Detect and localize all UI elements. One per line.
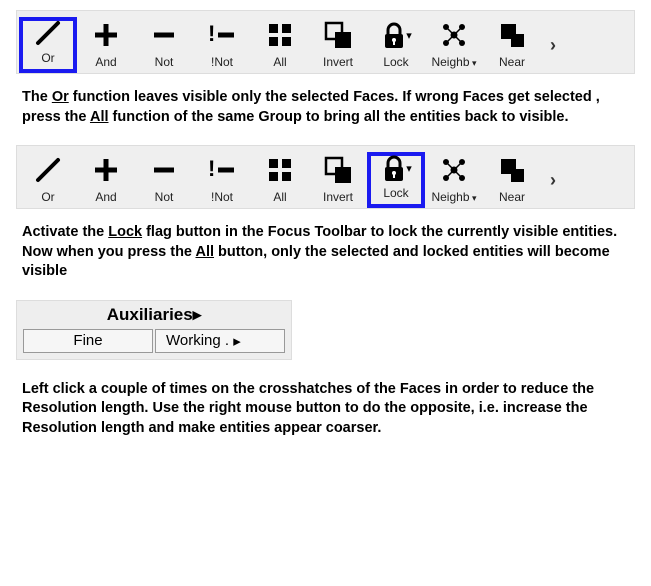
- not-button[interactable]: Not: [135, 152, 193, 208]
- lock-button[interactable]: ▾ Lock: [367, 152, 425, 208]
- overflow-button[interactable]: ›: [541, 17, 565, 73]
- and-button[interactable]: And: [77, 152, 135, 208]
- text-all: All: [90, 109, 109, 125]
- text: The: [22, 89, 52, 105]
- toolbar-item-label: Invert: [323, 55, 353, 69]
- toolbar-item-label: Not: [155, 55, 174, 69]
- neighb-button[interactable]: Neighb ▾: [425, 152, 483, 208]
- toolbar-item-label: Neighb ▾: [431, 55, 476, 69]
- toolbar-item-label: And: [95, 55, 116, 69]
- chevron-right-icon: ▸: [193, 305, 202, 324]
- lock-icon: ▾: [380, 19, 412, 51]
- toolbar-item-label: All: [273, 190, 286, 204]
- near-icon: [498, 19, 526, 51]
- text-lock: Lock: [108, 224, 142, 240]
- auxiliaries-title-label: Auxiliaries: [107, 305, 193, 324]
- text: Activate the: [22, 224, 108, 240]
- caption-or: The Or function leaves visible only the …: [22, 88, 632, 127]
- toolbar-item-label: Near: [499, 55, 525, 69]
- caption-lock: Activate the Lock flag button in the Foc…: [22, 223, 632, 282]
- toolbar-item-label: Or: [41, 190, 54, 204]
- chevron-down-icon: ▾: [470, 58, 477, 68]
- chevron-down-icon: ▾: [406, 29, 412, 42]
- focus-toolbar-1: Or And Not !Not All Invert ▾ Lock Neighb ▾ Near ›: [16, 10, 635, 74]
- toolbar-item-label: !Not: [211, 55, 233, 69]
- slash-icon: [34, 19, 62, 47]
- fine-label: Fine: [73, 332, 102, 349]
- neighb-button[interactable]: Neighb ▾: [425, 17, 483, 73]
- all-button[interactable]: All: [251, 17, 309, 73]
- invert-icon: [324, 154, 352, 186]
- chevron-down-icon: ▾: [406, 162, 412, 175]
- minus-icon: [150, 19, 178, 51]
- near-button[interactable]: Near: [483, 152, 541, 208]
- near-button[interactable]: Near: [483, 17, 541, 73]
- overflow-button[interactable]: ›: [541, 152, 565, 208]
- chevron-down-icon: ▾: [470, 193, 477, 203]
- toolbar-item-label: Or: [41, 51, 54, 65]
- !not-button[interactable]: !Not: [193, 152, 251, 208]
- grid-icon: [266, 19, 294, 51]
- toolbar-item-label: Near: [499, 190, 525, 204]
- or-button[interactable]: Or: [19, 152, 77, 208]
- text-all: All: [196, 244, 215, 260]
- toolbar-item-label: Lock: [383, 186, 408, 200]
- slash-icon: [34, 154, 62, 186]
- toolbar-item-label: And: [95, 190, 116, 204]
- plus-icon: [92, 19, 120, 51]
- fine-button[interactable]: Fine: [23, 329, 153, 353]
- bangminus-icon: [208, 154, 236, 186]
- invert-button[interactable]: Invert: [309, 17, 367, 73]
- focus-toolbar-2: Or And Not !Not All Invert ▾ Lock Neighb ▾ Near ›: [16, 145, 635, 209]
- !not-button[interactable]: !Not: [193, 17, 251, 73]
- text: function of the same Group to bring all …: [109, 109, 569, 125]
- chevron-right-icon: ▸: [233, 332, 241, 350]
- invert-button[interactable]: Invert: [309, 152, 367, 208]
- not-button[interactable]: Not: [135, 17, 193, 73]
- all-button[interactable]: All: [251, 152, 309, 208]
- caption-resolution: Left click a couple of times on the cros…: [22, 380, 632, 439]
- toolbar-item-label: !Not: [211, 190, 233, 204]
- bangminus-icon: [208, 19, 236, 51]
- text-or: Or: [52, 89, 69, 105]
- and-button[interactable]: And: [77, 17, 135, 73]
- minus-icon: [150, 154, 178, 186]
- toolbar-item-label: Lock: [383, 55, 408, 69]
- plus-icon: [92, 154, 120, 186]
- toolbar-item-label: All: [273, 55, 286, 69]
- neigh-icon: [440, 19, 468, 51]
- auxiliaries-title: Auxiliaries▸: [23, 305, 285, 329]
- lock-icon: ▾: [380, 154, 412, 182]
- near-icon: [498, 154, 526, 186]
- working-button[interactable]: Working . ▸: [155, 329, 285, 353]
- lock-button[interactable]: ▾ Lock: [367, 17, 425, 73]
- toolbar-item-label: Not: [155, 190, 174, 204]
- toolbar-item-label: Invert: [323, 190, 353, 204]
- working-label: Working .: [166, 332, 229, 349]
- grid-icon: [266, 154, 294, 186]
- neigh-icon: [440, 154, 468, 186]
- toolbar-item-label: Neighb ▾: [431, 190, 476, 204]
- invert-icon: [324, 19, 352, 51]
- auxiliaries-panel: Auxiliaries▸ Fine Working . ▸: [16, 300, 292, 360]
- or-button[interactable]: Or: [19, 17, 77, 73]
